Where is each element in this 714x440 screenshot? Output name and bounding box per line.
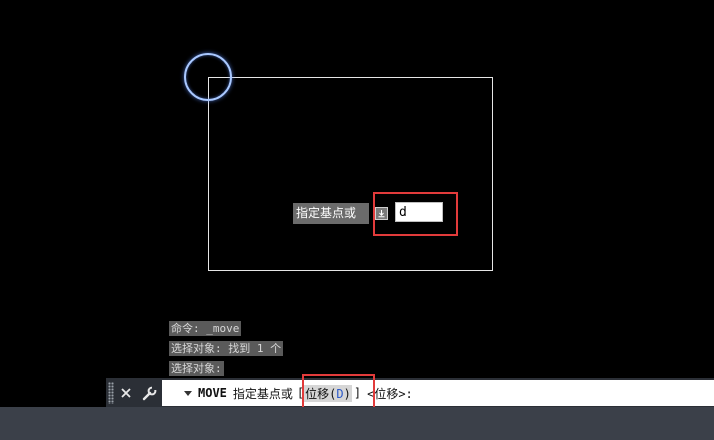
drag-handle-grip[interactable] (108, 382, 114, 404)
close-icon[interactable] (117, 382, 135, 404)
bracket-open: [ (296, 386, 305, 400)
wrench-icon[interactable] (140, 382, 158, 404)
command-name: MOVE (198, 386, 227, 400)
selection-grip-circle[interactable] (184, 53, 232, 101)
close-icon-glyph (121, 388, 131, 398)
history-line-3: 选择对象: (169, 361, 224, 376)
rectangle-object[interactable] (208, 77, 493, 271)
bracket-close: ] (353, 386, 362, 400)
option-displacement[interactable]: 位移(D) (304, 384, 352, 402)
option-close: ) (343, 386, 351, 401)
command-prompt: 指定基点或 (232, 386, 293, 401)
history-line-2: 选择对象: 找到 1 个 (169, 341, 284, 356)
option-key: D (336, 386, 344, 401)
history-line-1: 命令: _move (169, 321, 242, 336)
status-bar-area (0, 407, 714, 440)
dynamic-input-prompt: 指定基点或 (293, 203, 369, 224)
down-arrow-icon[interactable] (375, 207, 388, 220)
option-label: 位移( (305, 386, 337, 401)
dynamic-input-field[interactable] (395, 202, 443, 222)
chevron-down-icon[interactable] (184, 390, 192, 396)
default-option: <位移>: (367, 386, 413, 401)
wrench-icon-glyph (142, 385, 157, 400)
drawing-canvas[interactable]: 指定基点或 命令: _move 选择对象: 找到 1 个 选择对象: MOVE … (0, 0, 714, 440)
command-line-input[interactable]: MOVE 指定基点或 [ 位移(D) ] <位移>: (162, 380, 714, 406)
down-arrow-icon-glyph (378, 210, 385, 218)
